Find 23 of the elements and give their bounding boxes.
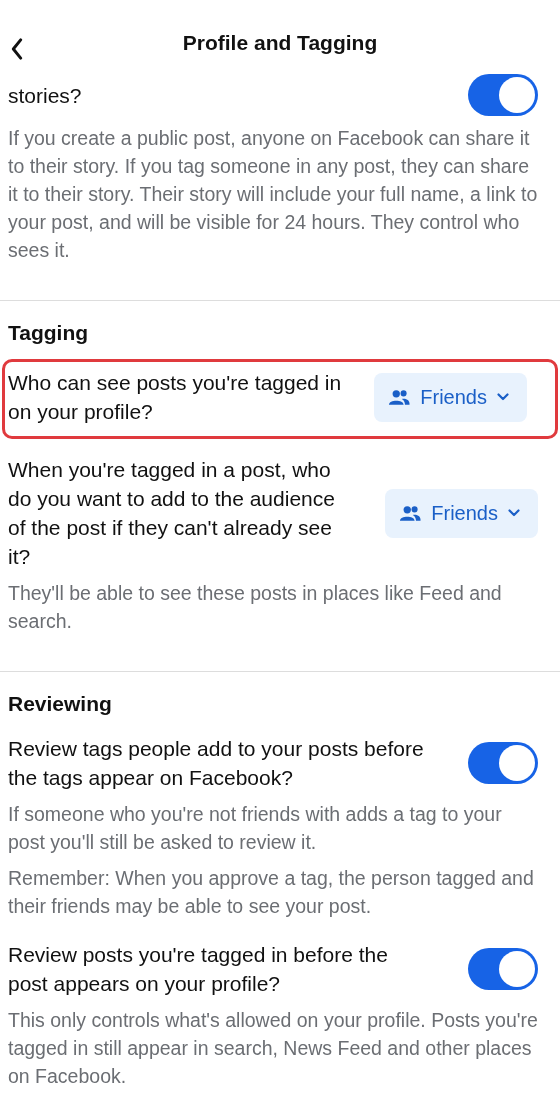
toggle-switch[interactable]: [468, 74, 538, 116]
setting-description: If you create a public post, anyone on Facebook can share it to their story. If you tag someone in any post, they can share it to their story. Their story will include your full name, a link to your post, and will be visible for 24 hours. They control who sees it.: [8, 126, 538, 263]
setting-description: They'll be able to see these posts in places like Feed and search.: [8, 581, 503, 634]
toggle-switch[interactable]: [468, 742, 538, 784]
back-icon[interactable]: [10, 38, 24, 60]
people-icon: [388, 388, 411, 406]
setting-description: If someone who you're not friends with adds a tag to your post you'll still be asked to review it.: [8, 802, 503, 855]
page-title: Profile and Tagging: [182, 31, 378, 55]
setting-question: Review posts you're tagged in before the post appears on your profile?: [8, 942, 389, 997]
setting-description: Remember: When you approve a tag, the person tagged and their friends may be able to see your post.: [8, 866, 535, 919]
audience-dropdown[interactable]: Friends: [385, 488, 538, 538]
chevron-down-icon: [508, 509, 520, 517]
setting-question: When you're tagged in a post, who do you want to add to the audience of the post if they can't already see it?: [8, 457, 336, 570]
section-heading: Reviewing: [8, 691, 113, 717]
setting-question: Review tags people add to your posts before the tags appear on Facebook?: [8, 736, 425, 791]
people-icon: [399, 504, 422, 522]
section-heading: Tagging: [8, 320, 90, 346]
setting-question: Who can see posts you're tagged in on your profile?: [8, 370, 343, 425]
toggle-switch[interactable]: [468, 948, 538, 990]
setting-description: This only controls what's allowed on your profile. Posts you're tagged in still appear in search, News Feed and other places on Facebook.: [8, 1008, 538, 1089]
chevron-down-icon: [497, 393, 509, 401]
setting-question: stories?: [8, 82, 83, 109]
audience-dropdown[interactable]: Friends: [374, 372, 527, 422]
